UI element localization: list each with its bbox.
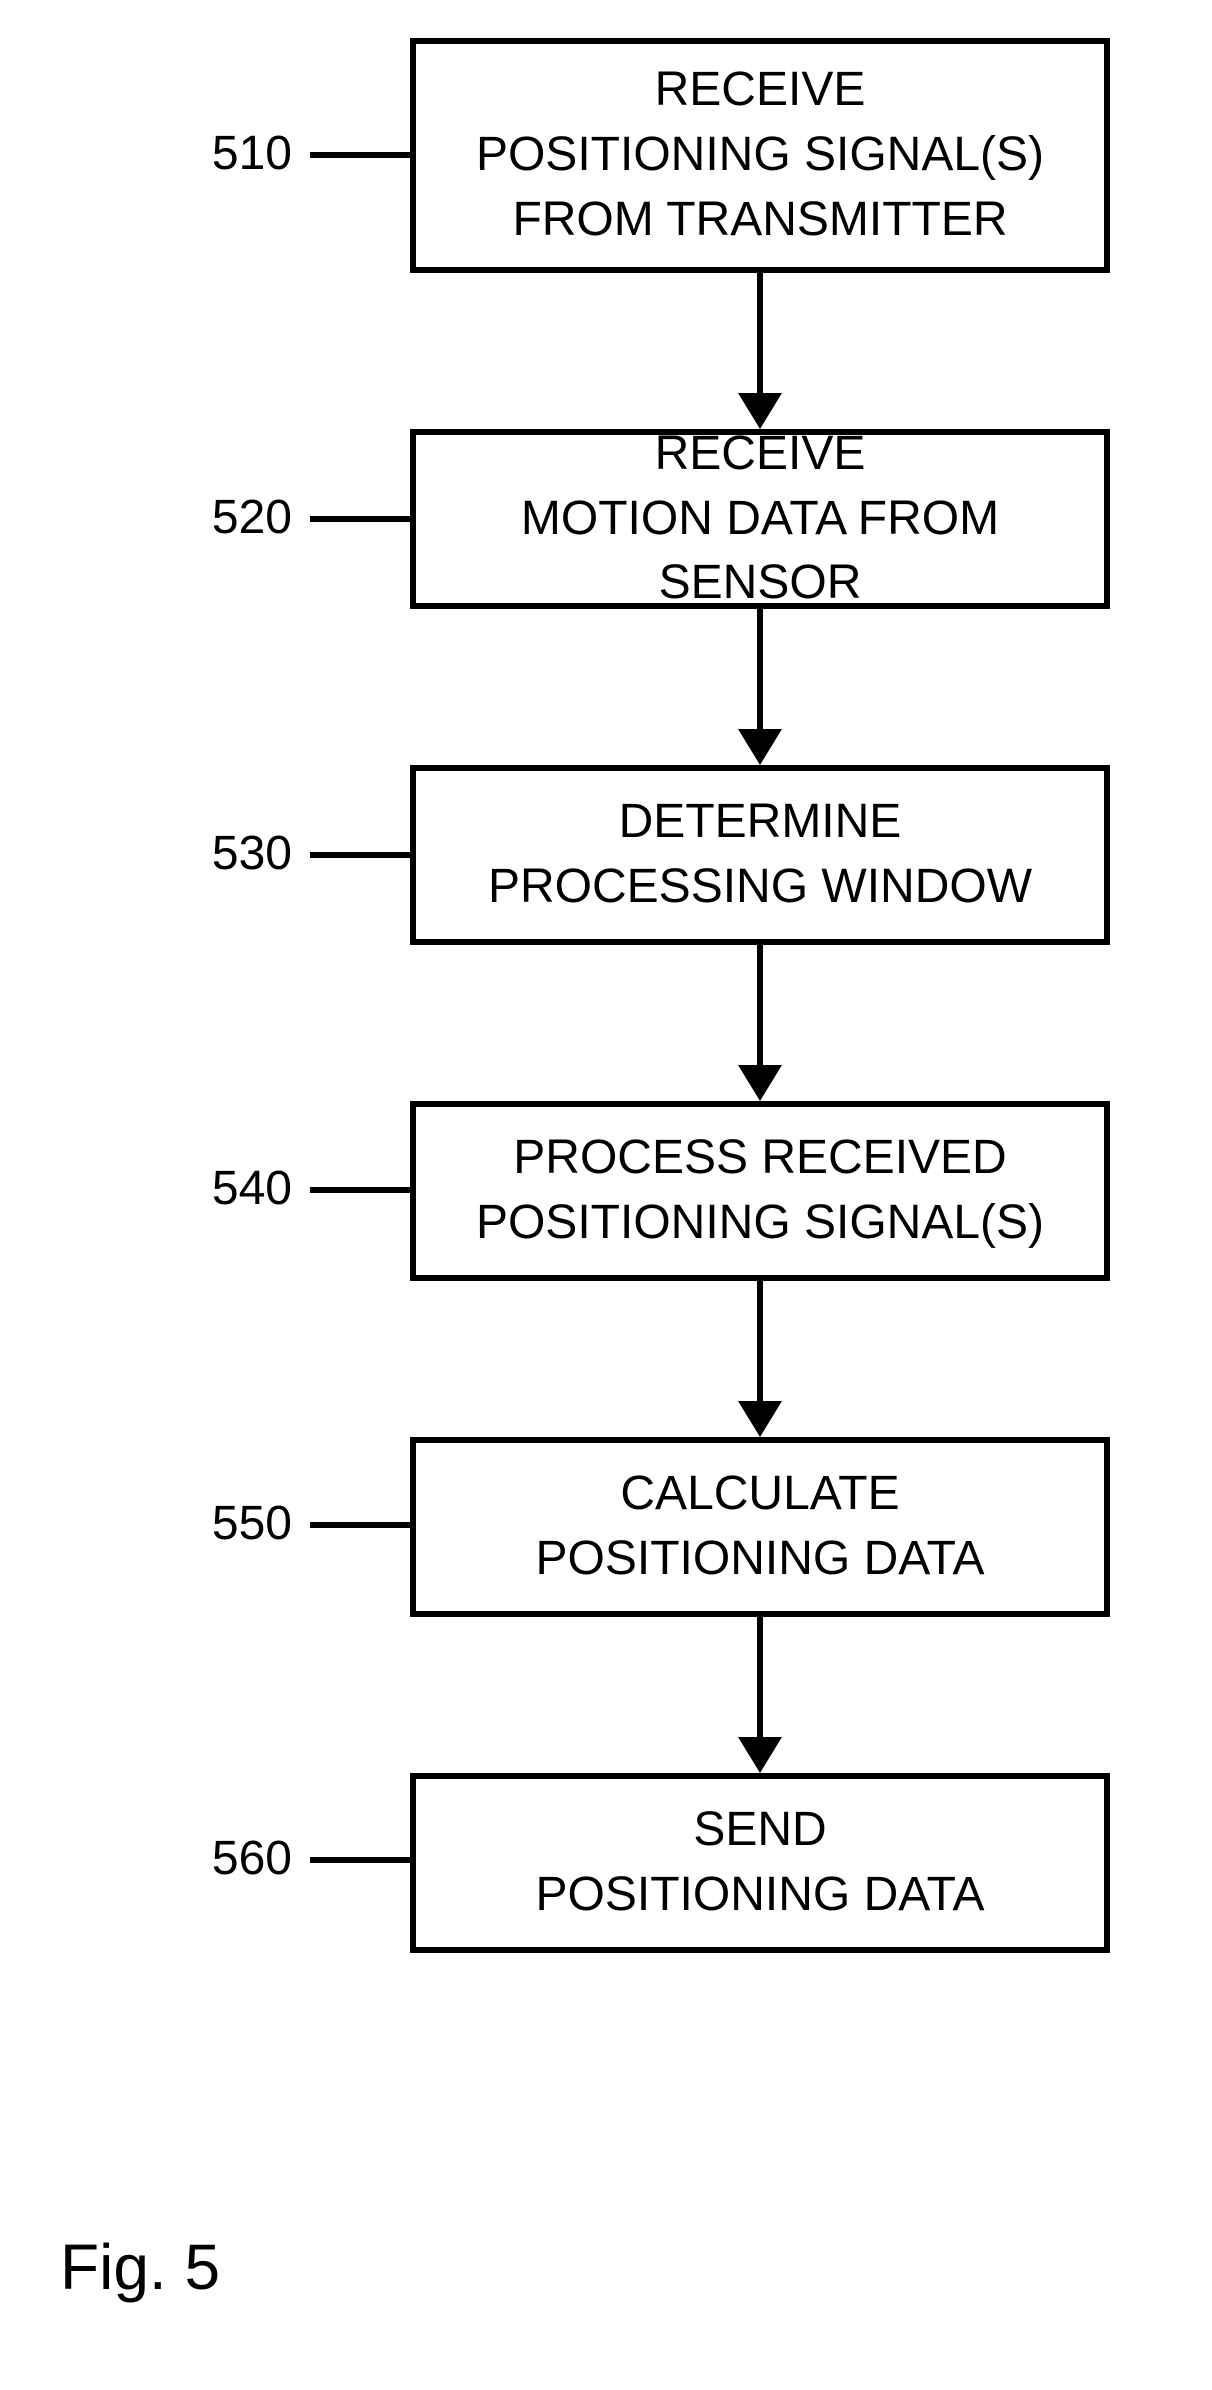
arrow-shaft [757,273,763,393]
step-box-510: RECEIVEPOSITIONING SIGNAL(S)FROM TRANSMI… [410,38,1110,273]
connector-tick [310,1187,410,1193]
step-number-520: 520 [192,494,292,542]
arrow-head [738,1737,782,1773]
arrow-shaft [757,1617,763,1737]
step-text-560: SENDPOSITIONING DATA [536,1798,985,1928]
arrow-shaft [757,609,763,729]
step-text-530: DETERMINEPROCESSING WINDOW [488,790,1032,920]
figure-caption: Fig. 5 [60,2230,220,2304]
arrow-head [738,1401,782,1437]
connector-tick [310,1857,410,1863]
connector-tick [310,516,410,522]
connector-tick [310,152,410,158]
step-box-520: RECEIVEMOTION DATA FROM SENSOR [410,429,1110,609]
step-text-550: CALCULATEPOSITIONING DATA [536,1462,985,1592]
arrow-head [738,729,782,765]
step-box-540: PROCESS RECEIVEDPOSITIONING SIGNAL(S) [410,1101,1110,1281]
arrow-shaft [757,1281,763,1401]
step-text-520: RECEIVEMOTION DATA FROM SENSOR [428,422,1092,616]
step-number-510: 510 [192,130,292,178]
step-box-550: CALCULATEPOSITIONING DATA [410,1437,1110,1617]
step-number-560: 560 [192,1835,292,1883]
connector-tick [310,1522,410,1528]
step-box-530: DETERMINEPROCESSING WINDOW [410,765,1110,945]
step-number-540: 540 [192,1165,292,1213]
step-number-550: 550 [192,1500,292,1548]
step-text-510: RECEIVEPOSITIONING SIGNAL(S)FROM TRANSMI… [476,58,1044,252]
flowchart-canvas: 510 RECEIVEPOSITIONING SIGNAL(S)FROM TRA… [0,0,1212,2390]
arrow-shaft [757,945,763,1065]
arrow-head [738,1065,782,1101]
step-number-530: 530 [192,830,292,878]
connector-tick [310,852,410,858]
step-text-540: PROCESS RECEIVEDPOSITIONING SIGNAL(S) [476,1126,1044,1256]
step-box-560: SENDPOSITIONING DATA [410,1773,1110,1953]
